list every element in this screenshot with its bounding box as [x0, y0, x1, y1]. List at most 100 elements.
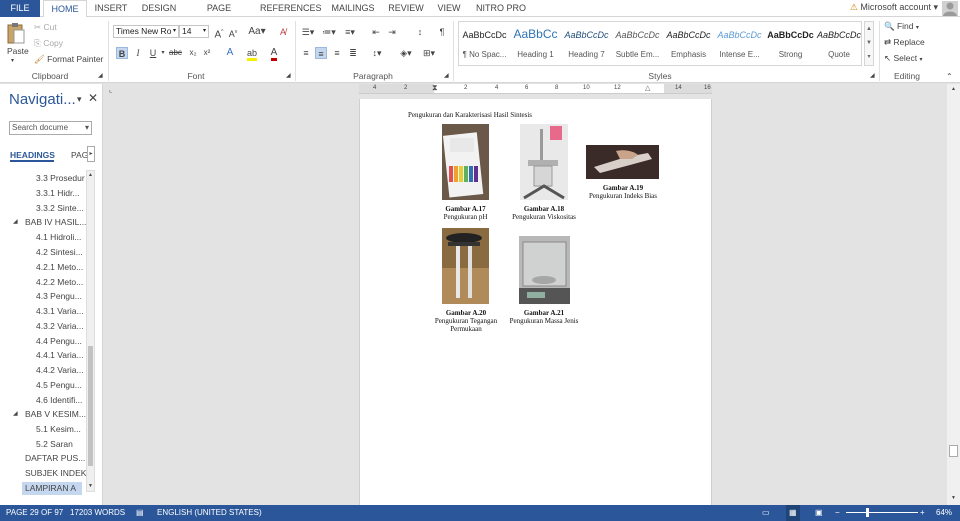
page-indicator[interactable]: PAGE 29 OF 97	[6, 505, 63, 521]
style-heading-7[interactable]: AaBbCcDc Heading 7	[561, 22, 612, 65]
horizontal-ruler[interactable]: 4 2 ⧗ 2 4 6 8 10 12 △ 14 16	[359, 83, 712, 94]
tab-nitro-pro[interactable]: NITRO PRO	[474, 0, 528, 17]
tab-home[interactable]: HOME	[43, 0, 87, 17]
styles-scroll[interactable]: ▲ ▼ ▾	[864, 21, 874, 66]
right-indent-marker-icon[interactable]: △	[645, 84, 650, 92]
tab-design[interactable]: DESIGN	[139, 0, 179, 17]
nav-heading-item[interactable]: SUBJEK INDEKS	[25, 468, 92, 478]
paste-button[interactable]: Paste	[7, 46, 29, 56]
style-no-spacing[interactable]: AaBbCcDc ¶ No Spac...	[459, 22, 510, 65]
align-right-icon[interactable]: ≡	[331, 47, 343, 59]
avatar[interactable]	[942, 1, 958, 16]
document-scrollbar[interactable]: ▲ ▼	[947, 84, 960, 505]
text-effects-icon[interactable]: A	[224, 47, 236, 59]
justify-icon[interactable]: ≣	[347, 47, 359, 59]
decrease-indent-icon[interactable]: ⇤	[370, 26, 382, 38]
zoom-slider[interactable]	[846, 512, 918, 513]
align-center-icon[interactable]: ≡	[315, 47, 327, 59]
account-area[interactable]: ⚠ Microsoft account ▾	[850, 2, 938, 13]
nav-heading-item[interactable]: 3.3 Prosedur	[36, 173, 85, 183]
nav-heading-item[interactable]: 4.5 Pengu...	[36, 380, 82, 390]
tab-review[interactable]: REVIEW	[386, 0, 426, 17]
tab-headings[interactable]: HEADINGS	[10, 150, 55, 160]
tab-file[interactable]: FILE	[0, 0, 40, 17]
chevron-down-icon[interactable]: ▾	[77, 94, 82, 105]
collapse-triangle-icon[interactable]: ◢	[13, 410, 18, 417]
dialog-launcher-icon[interactable]: ◢	[870, 72, 875, 79]
multilevel-list-icon[interactable]: ≡▾	[342, 26, 358, 38]
tab-insert[interactable]: INSERT	[92, 0, 130, 17]
nav-heading-item[interactable]: 4.4.1 Varia...	[36, 350, 84, 360]
superscript-button[interactable]: x²	[201, 47, 213, 59]
document-page[interactable]: Pengukuran dan Karakterisasi Hasil Sinte…	[359, 99, 712, 505]
style-quote[interactable]: AaBbCcDc Quote	[816, 22, 862, 65]
indent-marker-icon[interactable]: ⧗	[432, 83, 438, 93]
chevron-right-icon[interactable]: ▸	[87, 146, 95, 162]
tab-page-layout[interactable]: PAGE LAYOUT	[188, 0, 250, 30]
font-color-icon[interactable]: A	[268, 47, 280, 61]
shading-icon[interactable]: ◈▾	[398, 47, 414, 59]
paste-icon[interactable]	[6, 21, 26, 45]
close-icon[interactable]: ✕	[88, 91, 98, 105]
nav-heading-item-selected[interactable]: LAMPIRAN A	[22, 482, 82, 495]
clear-formatting-icon[interactable]: A̸	[277, 26, 289, 38]
scroll-down-icon[interactable]: ▼	[87, 482, 94, 491]
zoom-slider-thumb[interactable]	[866, 508, 869, 517]
nav-heading-item[interactable]: 4.4 Pengu...	[36, 336, 82, 346]
read-mode-icon[interactable]: ▭	[762, 505, 770, 521]
pilcrow-icon[interactable]: ¶	[436, 26, 448, 38]
tab-pages[interactable]: PAG	[71, 150, 88, 160]
style-emphasis[interactable]: AaBbCcDc Emphasis	[663, 22, 714, 65]
borders-icon[interactable]: ⊞▾	[421, 47, 437, 59]
collapse-ribbon-icon[interactable]: ⌃	[946, 72, 953, 81]
nav-heading-item[interactable]: 5.2 Saran	[36, 439, 73, 449]
numbering-icon[interactable]: ≔▾	[321, 26, 337, 38]
nav-search-input[interactable]: Search docume ▾	[9, 121, 92, 135]
font-size-select[interactable]: 14 ▾	[179, 25, 209, 38]
line-spacing-icon[interactable]: ↕▾	[369, 47, 385, 59]
document-scroll-thumb[interactable]	[949, 445, 958, 457]
nav-heading-item[interactable]: 3.3.2 Sinte...	[36, 203, 84, 213]
nav-heading-item[interactable]: DAFTAR PUS...	[25, 453, 85, 463]
zoom-in-icon[interactable]: +	[920, 505, 925, 521]
dialog-launcher-icon[interactable]: ◢	[444, 72, 449, 79]
style-subtle-emphasis[interactable]: AaBbCcDc Subtle Em...	[612, 22, 663, 65]
scroll-up-icon[interactable]: ▲	[949, 86, 958, 94]
subscript-button[interactable]: x₂	[187, 47, 199, 59]
zoom-level[interactable]: 64%	[936, 505, 952, 521]
highlight-icon[interactable]: ab	[246, 47, 258, 61]
nav-heading-item[interactable]: 4.4.2 Varia...	[36, 365, 84, 375]
nav-heading-item[interactable]: 4.2 Sintesi...	[36, 247, 83, 257]
bold-button[interactable]: B	[116, 47, 128, 59]
format-painter-button[interactable]: 🖌 Format Painter	[34, 54, 103, 65]
shrink-font-icon[interactable]: Av	[227, 26, 239, 39]
style-strong[interactable]: AaBbCcDc Strong	[765, 22, 816, 65]
copy-button[interactable]: ⎘ Copy	[34, 38, 63, 49]
dialog-launcher-icon[interactable]: ◢	[98, 72, 103, 79]
select-button[interactable]: ↖ Select ▾	[884, 53, 923, 64]
zoom-out-icon[interactable]: −	[835, 505, 840, 521]
nav-heading-item[interactable]: 4.3.2 Varia...	[36, 321, 84, 331]
find-button[interactable]: 🔍 Find ▾	[884, 21, 919, 32]
style-heading-1[interactable]: AaBbCc Heading 1	[510, 22, 561, 65]
tab-view[interactable]: VIEW	[434, 0, 464, 17]
chevron-down-icon[interactable]: ▾	[157, 47, 169, 59]
web-layout-icon[interactable]: ▣	[815, 505, 823, 521]
change-case-icon[interactable]: Aa▾	[248, 26, 266, 38]
tab-references[interactable]: REFERENCES	[260, 0, 322, 17]
collapse-triangle-icon[interactable]: ◢	[13, 218, 18, 225]
dialog-launcher-icon[interactable]: ◢	[286, 72, 291, 79]
increase-indent-icon[interactable]: ⇥	[386, 26, 398, 38]
nav-heading-item[interactable]: 4.3 Pengu...	[36, 291, 82, 301]
nav-scroll-thumb[interactable]	[88, 346, 93, 466]
nav-heading-item[interactable]: 4.2.2 Meto...	[36, 277, 83, 287]
scroll-up-icon[interactable]: ▲	[87, 171, 94, 180]
nav-heading-item[interactable]: 4.6 Identifi...	[36, 395, 82, 405]
nav-heading-item[interactable]: BAB V KESIM...	[25, 409, 86, 419]
align-left-icon[interactable]: ≡	[300, 47, 312, 59]
strikethrough-button[interactable]: abc	[169, 47, 182, 59]
cut-button[interactable]: ✂ Cut	[34, 22, 57, 33]
italic-button[interactable]: I	[132, 47, 144, 59]
sort-icon[interactable]: ↕	[414, 26, 426, 38]
language-indicator[interactable]: ENGLISH (UNITED STATES)	[157, 505, 262, 521]
